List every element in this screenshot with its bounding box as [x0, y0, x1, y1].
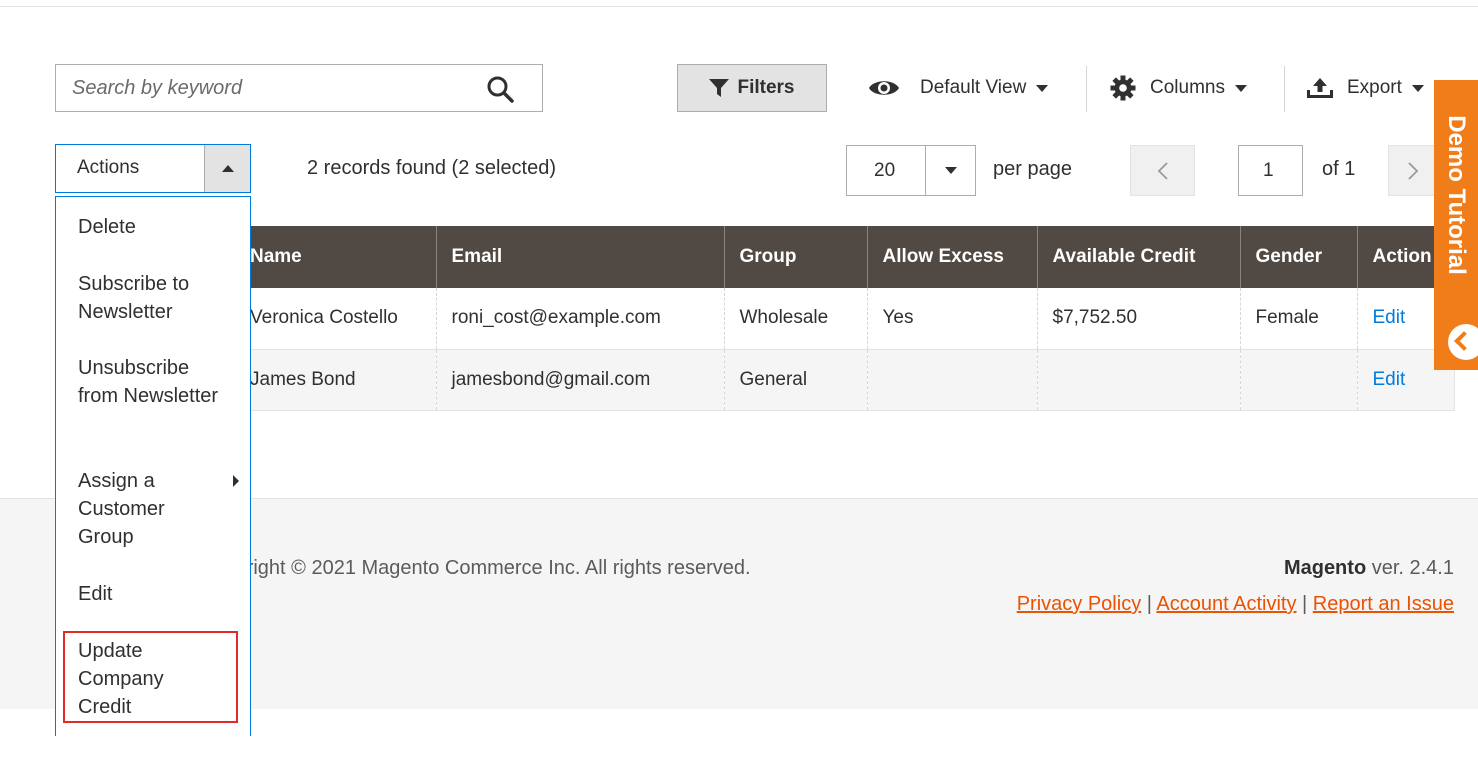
default-view-label: Default View: [920, 77, 1027, 98]
menu-item-label: Assign a Customer Group: [78, 470, 165, 548]
actions-dropdown[interactable]: Actions: [55, 144, 251, 193]
toolbar-divider: [1086, 66, 1087, 112]
chevron-up-icon: [1448, 324, 1478, 360]
demo-tutorial-tab[interactable]: Demo Tutorial: [1434, 80, 1478, 370]
page-size-value: 20: [874, 160, 896, 181]
link-separator: |: [1141, 593, 1157, 615]
chevron-right-icon: [233, 475, 239, 487]
chevron-down-icon: [1234, 84, 1247, 92]
records-count: 2 records found (2 selected): [307, 157, 557, 179]
account-activity-link[interactable]: Account Activity: [1156, 593, 1296, 615]
current-page-value: 1: [1263, 160, 1274, 181]
gear-icon: [1110, 75, 1136, 101]
chevron-down-icon: [1036, 84, 1049, 92]
privacy-policy-link[interactable]: Privacy Policy: [1017, 593, 1141, 615]
cell-group: Wholesale: [724, 288, 868, 350]
menu-item-unsubscribe-newsletter[interactable]: Unsubscribe from Newsletter: [78, 354, 228, 410]
version-text: ver. 2.4.1: [1366, 557, 1454, 579]
filters-button[interactable]: Filters: [677, 64, 827, 112]
next-page-button[interactable]: [1388, 145, 1438, 196]
chevron-up-icon: [222, 165, 234, 172]
link-separator: |: [1296, 593, 1313, 615]
actions-menu: Delete Subscribe to Newsletter Unsubscri…: [55, 196, 251, 736]
actions-toggle[interactable]: [204, 145, 250, 192]
table-row[interactable]: Veronica Costello roni_cost@example.com …: [200, 288, 1455, 350]
column-header-allow-excess[interactable]: Allow Excess: [867, 226, 1038, 288]
table-header-row: Name Email Group Allow Excess Available …: [200, 226, 1455, 288]
edit-link[interactable]: Edit: [1373, 307, 1406, 328]
upload-icon: [1307, 78, 1333, 98]
actions-label: Actions: [77, 157, 140, 178]
chevron-left-icon: [1157, 161, 1168, 180]
page-size-toggle[interactable]: [925, 146, 975, 195]
footer-links: Privacy Policy | Account Activity | Repo…: [1017, 593, 1454, 616]
cell-group: General: [724, 349, 868, 411]
menu-item-delete[interactable]: Delete: [78, 213, 228, 241]
total-pages-label: of 1: [1322, 158, 1356, 180]
search-box[interactable]: [55, 64, 543, 112]
filters-label: Filters: [737, 77, 795, 98]
top-divider: [0, 6, 1478, 7]
cell-allow-excess: Yes: [867, 288, 1038, 350]
copyright-text: Copyright © 2021 Magento Commerce Inc. A…: [200, 557, 751, 579]
menu-item-subscribe-newsletter[interactable]: Subscribe to Newsletter: [78, 270, 228, 326]
search-icon[interactable]: [486, 75, 514, 103]
chevron-right-icon: [1408, 161, 1419, 180]
column-header-group[interactable]: Group: [724, 226, 868, 288]
column-header-gender[interactable]: Gender: [1240, 226, 1358, 288]
columns-button[interactable]: Columns: [1110, 64, 1247, 112]
brand-name: Magento: [1283, 557, 1367, 579]
report-issue-link[interactable]: Report an Issue: [1313, 593, 1454, 615]
cell-gender: [1240, 349, 1358, 411]
demo-tutorial-label: Demo Tutorial: [1443, 115, 1470, 275]
cell-email: jamesbond@gmail.com: [436, 349, 725, 411]
export-button[interactable]: Export: [1305, 64, 1424, 112]
default-view-button[interactable]: Default View: [868, 64, 1049, 112]
cell-allow-excess: [867, 349, 1038, 411]
per-page-label: per page: [993, 158, 1072, 180]
current-page-input[interactable]: 1: [1238, 145, 1303, 196]
chevron-down-icon: [945, 167, 957, 174]
version-info: Magento ver. 2.4.1: [1284, 557, 1454, 580]
table-row[interactable]: James Bond jamesbond@gmail.com General E…: [200, 349, 1455, 411]
search-input[interactable]: [56, 65, 482, 111]
previous-page-button[interactable]: [1130, 145, 1195, 196]
edit-link[interactable]: Edit: [1373, 369, 1406, 390]
highlight-box: [63, 631, 238, 723]
filter-icon: [709, 79, 730, 97]
eye-icon: [869, 81, 899, 95]
customer-grid: Name Email Group Allow Excess Available …: [200, 226, 1455, 411]
menu-item-assign-customer-group[interactable]: Assign a Customer Group: [78, 467, 239, 551]
column-header-available-credit[interactable]: Available Credit: [1037, 226, 1241, 288]
cell-email: roni_cost@example.com: [436, 288, 725, 350]
column-header-email[interactable]: Email: [436, 226, 725, 288]
cell-available-credit: [1037, 349, 1241, 411]
chevron-down-icon: [1411, 84, 1424, 92]
page-size-select[interactable]: 20: [846, 145, 976, 196]
toolbar-divider: [1284, 66, 1285, 112]
columns-label: Columns: [1150, 77, 1225, 98]
export-label: Export: [1347, 77, 1402, 98]
cell-gender: Female: [1240, 288, 1358, 350]
menu-item-edit[interactable]: Edit: [78, 580, 228, 608]
cell-available-credit: $7,752.50: [1037, 288, 1241, 350]
